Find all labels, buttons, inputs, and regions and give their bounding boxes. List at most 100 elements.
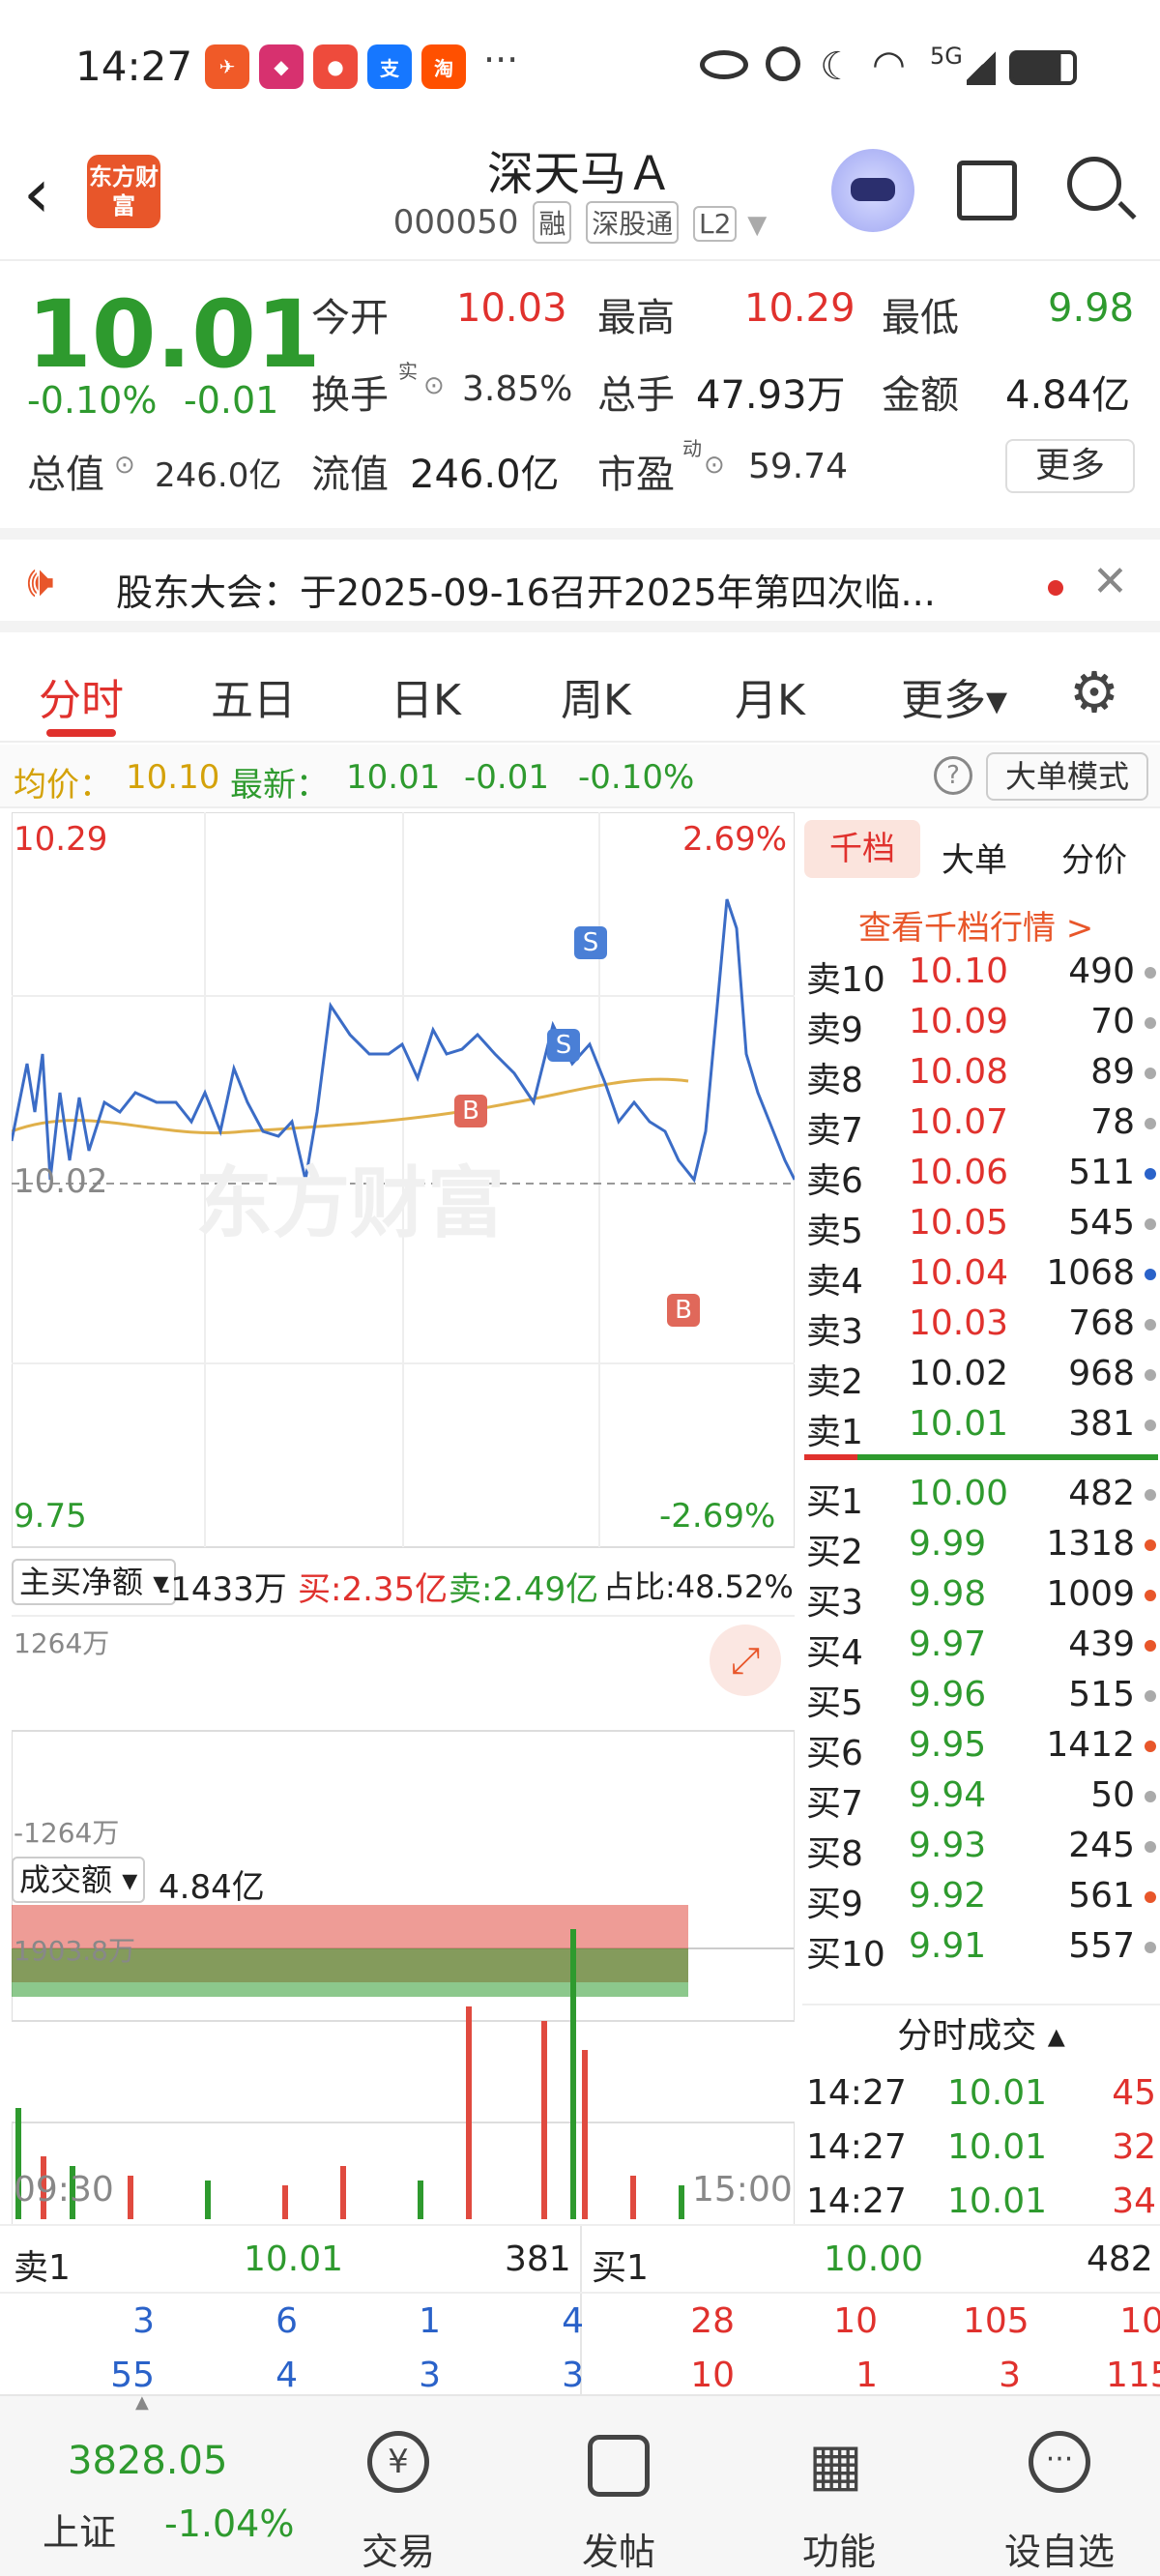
price-min-label: 9.75 bbox=[14, 1497, 87, 1536]
back-icon[interactable]: ‹ bbox=[23, 160, 50, 227]
flow-selector[interactable]: 主买净额 ▾ bbox=[12, 1559, 177, 1605]
time-end: 15:00 bbox=[692, 2170, 793, 2210]
turnover-value: 3.85% bbox=[462, 369, 573, 409]
volume-selector[interactable]: 成交额 ▾ bbox=[12, 1857, 146, 1903]
bid-dot bbox=[1145, 1942, 1156, 1953]
tick-time: 14:27 bbox=[806, 2181, 907, 2221]
bid-row[interactable]: 买6 9.95 1412 bbox=[802, 1721, 1160, 1773]
index-expand-icon[interactable]: ▲ bbox=[135, 2392, 149, 2413]
turnover-sup: 实 bbox=[398, 360, 418, 383]
add-watchlist-icon[interactable]: ··· bbox=[1029, 2431, 1090, 2493]
assistant-robot-icon[interactable] bbox=[831, 149, 914, 232]
announcement-text[interactable]: 股东大会：于2025-09-16召开2025年第四次临... bbox=[116, 563, 936, 616]
ask-row[interactable]: 卖1 10.01 381 bbox=[802, 1400, 1160, 1452]
ask-row[interactable]: 卖7 10.07 78 bbox=[802, 1098, 1160, 1151]
bid-row[interactable]: 买10 9.91 557 bbox=[802, 1922, 1160, 1975]
tag-connect: 深股通 bbox=[586, 201, 680, 244]
info-icon[interactable]: ⊙ bbox=[114, 451, 135, 480]
bid-price: 9.94 bbox=[909, 1775, 987, 1815]
ask-dot bbox=[1145, 1218, 1156, 1230]
eye-icon bbox=[700, 50, 748, 79]
tab-weekly-k[interactable]: 周K bbox=[561, 665, 631, 727]
bid-row[interactable]: 买8 9.93 245 bbox=[802, 1822, 1160, 1874]
tag-l2: L2 bbox=[693, 206, 738, 242]
nav-add-watchlist[interactable]: 设自选 bbox=[982, 2522, 1137, 2575]
low-value: 9.98 bbox=[1048, 286, 1135, 331]
tab-monthly-k[interactable]: 月K bbox=[735, 665, 805, 727]
help-icon[interactable]: ? bbox=[934, 756, 972, 795]
ask-price: 10.03 bbox=[909, 1303, 1009, 1343]
bid-row[interactable]: 买1 10.00 482 bbox=[802, 1470, 1160, 1522]
dropdown-icon[interactable]: ▼ bbox=[747, 211, 767, 240]
ask-row[interactable]: 卖6 10.06 511 bbox=[802, 1149, 1160, 1201]
tab-more[interactable]: 更多▾ bbox=[901, 665, 1007, 727]
ask-row[interactable]: 卖8 10.08 89 bbox=[802, 1048, 1160, 1100]
ask-row[interactable]: 卖3 10.03 768 bbox=[802, 1300, 1160, 1352]
ask-row[interactable]: 卖5 10.05 545 bbox=[802, 1199, 1160, 1251]
order-queue-cell: 28 bbox=[690, 2301, 735, 2341]
bid-row[interactable]: 买7 9.94 50 bbox=[802, 1771, 1160, 1824]
ticks-header[interactable]: 分时成交 ▴ bbox=[802, 2004, 1160, 2065]
info-icon[interactable]: ⊙ bbox=[423, 371, 445, 400]
big-order-mode-button[interactable]: 大单模式 bbox=[986, 752, 1148, 801]
avg-label: 均价： bbox=[14, 766, 112, 805]
open-value: 10.03 bbox=[456, 286, 567, 331]
bid-row[interactable]: 买9 9.92 561 bbox=[802, 1872, 1160, 1924]
announcement-bar[interactable]: 🕪 股东大会：于2025-09-16召开2025年第四次临... ✕ bbox=[0, 528, 1160, 632]
intraday-chart[interactable]: 10.29 2.69% 10.02 东方财富 9.75 -2.69% B S S… bbox=[12, 812, 795, 2224]
tab-full-depth[interactable]: 千档 bbox=[804, 820, 920, 878]
sell-marker[interactable]: S bbox=[574, 926, 607, 959]
search-icon[interactable] bbox=[1067, 157, 1121, 211]
bid-row[interactable]: 买4 9.97 439 bbox=[802, 1621, 1160, 1673]
bid-row[interactable]: 买2 9.99 1318 bbox=[802, 1520, 1160, 1572]
index-name[interactable]: 上证 bbox=[43, 2503, 116, 2556]
more-button[interactable]: 更多 bbox=[1005, 439, 1135, 493]
ask-row[interactable]: 卖10 10.10 490 bbox=[802, 948, 1160, 1000]
index-percent[interactable]: -1.04% bbox=[164, 2503, 294, 2545]
index-value[interactable]: 3828.05 bbox=[68, 2439, 227, 2483]
buy-marker[interactable]: B bbox=[667, 1294, 700, 1327]
nav-post[interactable]: 发帖 bbox=[541, 2522, 696, 2575]
float-value: 246.0亿 bbox=[410, 453, 560, 497]
nav-functions[interactable]: 功能 bbox=[762, 2522, 916, 2575]
settings-icon[interactable]: ⚙ bbox=[1069, 659, 1119, 725]
bid-row[interactable]: 买5 9.96 515 bbox=[802, 1671, 1160, 1723]
volume-value: 47.93万 bbox=[696, 373, 846, 418]
tick-row: 14:27 10.01 34 bbox=[802, 2178, 1160, 2228]
ticks-list: 14:27 10.01 45 14:27 10.01 32 14:27 10.01 34 bbox=[802, 2069, 1160, 2224]
ask-row[interactable]: 卖4 10.04 1068 bbox=[802, 1249, 1160, 1302]
tick-time: 14:27 bbox=[806, 2127, 907, 2167]
time-start: 09:30 bbox=[14, 2170, 114, 2210]
full-depth-link[interactable]: 查看千档行情 > bbox=[858, 901, 1093, 949]
close-icon[interactable]: ✕ bbox=[1092, 557, 1128, 606]
volume-value: 4.84亿 bbox=[159, 1868, 265, 1907]
order-queue-cell: 3 bbox=[999, 2356, 1021, 2395]
share-icon[interactable] bbox=[957, 161, 1017, 220]
info-icon[interactable]: ⊙ bbox=[704, 451, 725, 480]
expand-icon[interactable]: ⤢ bbox=[710, 1625, 781, 1696]
bid-row[interactable]: 买3 9.98 1009 bbox=[802, 1570, 1160, 1623]
tab-five-day[interactable]: 五日 bbox=[211, 665, 296, 727]
amount-label: 金额 bbox=[882, 373, 959, 418]
order-queue-cell: 1 bbox=[856, 2356, 878, 2395]
bid-volume: 482 bbox=[1068, 1474, 1135, 1513]
taobao-icon: 淘 bbox=[421, 44, 466, 89]
trade-icon[interactable]: ¥ bbox=[367, 2431, 429, 2493]
ask-row[interactable]: 卖2 10.02 968 bbox=[802, 1350, 1160, 1402]
tab-daily-k[interactable]: 日K bbox=[391, 665, 461, 727]
sell-marker[interactable]: S bbox=[547, 1029, 580, 1062]
post-icon[interactable] bbox=[588, 2435, 650, 2497]
order-queue: 3 6 1 4 28 10 105 10 55 4 3 3 10 1 3 115 bbox=[0, 2298, 1160, 2404]
ask-dot bbox=[1145, 1068, 1156, 1079]
ask-dot bbox=[1145, 1319, 1156, 1331]
ask-row[interactable]: 卖9 10.09 70 bbox=[802, 998, 1160, 1050]
tab-intraday[interactable]: 分时 bbox=[39, 665, 124, 727]
amount-value: 4.84亿 bbox=[1005, 373, 1131, 418]
nav-trade[interactable]: 交易 bbox=[321, 2522, 476, 2575]
tab-big-orders[interactable]: 大单 bbox=[942, 834, 1007, 881]
ask-dot bbox=[1145, 1118, 1156, 1129]
functions-icon[interactable]: ▦ bbox=[808, 2431, 863, 2499]
bid-price: 9.92 bbox=[909, 1876, 987, 1916]
tab-price-distribution[interactable]: 分价 bbox=[1061, 834, 1127, 881]
buy-marker[interactable]: B bbox=[454, 1095, 487, 1127]
